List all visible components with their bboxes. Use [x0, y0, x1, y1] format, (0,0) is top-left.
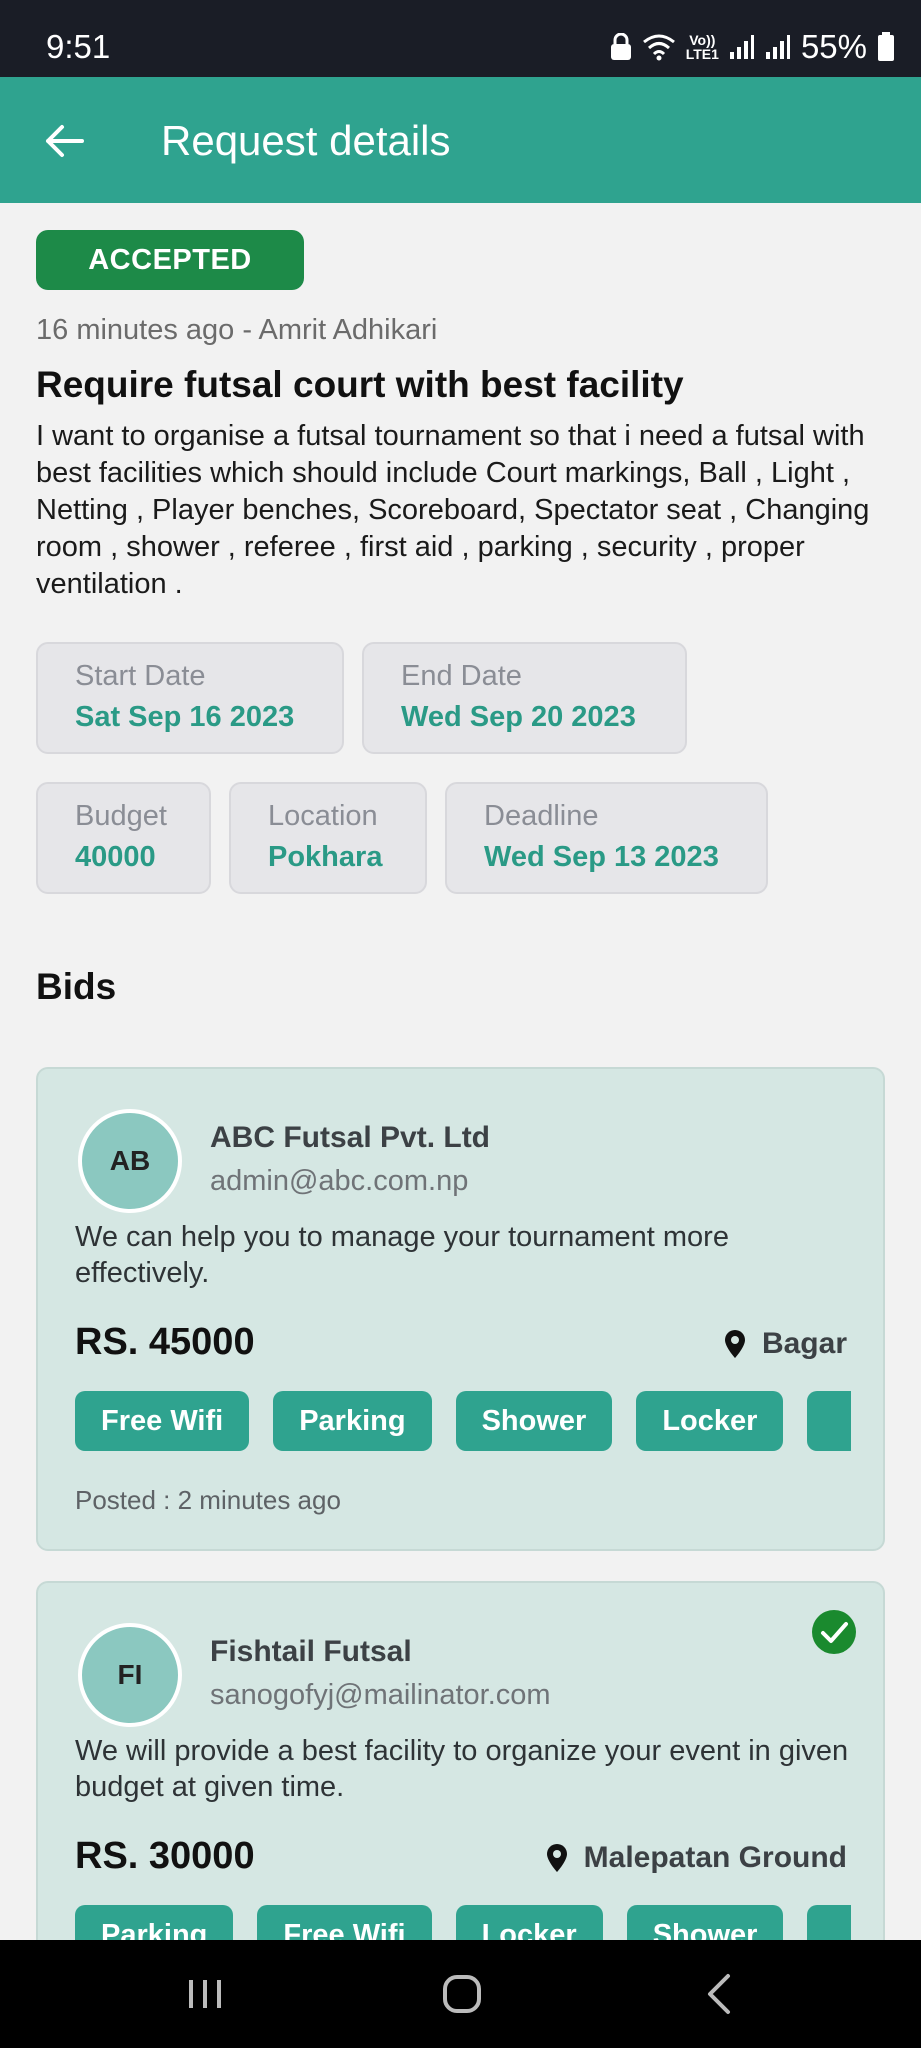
back-arrow-icon[interactable] — [40, 117, 88, 165]
deadline-label: Deadline — [484, 800, 599, 832]
battery-percent: 55% — [800, 28, 867, 65]
bid-price: RS. 45000 — [75, 1321, 255, 1363]
start-date-value: Sat Sep 16 2023 — [75, 701, 295, 733]
avatar: FI — [78, 1623, 182, 1727]
facility-chip: Shower — [455, 1391, 613, 1451]
bid-location: Bagar — [724, 1327, 847, 1361]
bid-card[interactable]: FI Fishtail Futsal sanogofyj@mailinator.… — [36, 1581, 885, 2001]
start-date-label: Start Date — [75, 660, 206, 692]
start-date-box: Start Date Sat Sep 16 2023 — [36, 642, 344, 754]
status-badge: ACCEPTED — [36, 230, 304, 290]
status-icons: Vo)) LTE1 55% — [610, 28, 895, 66]
location-box: Location Pokhara — [229, 782, 427, 894]
recents-icon[interactable] — [175, 1970, 235, 2018]
bid-location-text: Bagar — [761, 1327, 847, 1360]
bidder-email: admin@abc.com.np — [210, 1165, 469, 1197]
battery-icon — [878, 32, 894, 61]
bid-message: We can help you to manage your tournamen… — [75, 1221, 729, 1289]
status-bar: 9:51 Vo)) LTE1 55% — [0, 0, 921, 77]
request-description: I want to organise a futsal tournament s… — [36, 420, 870, 600]
avatar: AB — [78, 1109, 182, 1213]
home-icon[interactable] — [432, 1970, 492, 2018]
wifi-icon — [642, 34, 675, 61]
app-bar: Request details — [0, 77, 921, 203]
bid-price: RS. 30000 — [75, 1835, 255, 1877]
map-pin-icon — [724, 1330, 745, 1358]
facility-chip-overflow — [807, 1391, 851, 1451]
status-time: 9:51 — [46, 28, 111, 65]
facility-chip: Parking — [273, 1391, 432, 1451]
lock-icon — [610, 33, 631, 60]
budget-label: Budget — [75, 800, 167, 832]
end-date-value: Wed Sep 20 2023 — [401, 701, 636, 733]
signal-icon-2 — [765, 35, 790, 59]
end-date-label: End Date — [401, 660, 522, 692]
end-date-box: End Date Wed Sep 20 2023 — [362, 642, 687, 754]
chevron-left-icon[interactable] — [690, 1970, 750, 2018]
posted-time: Posted : 2 minutes ago — [75, 1485, 341, 1515]
facility-chip: Free Wifi — [75, 1391, 250, 1451]
location-label: Location — [268, 800, 378, 832]
deadline-value: Wed Sep 13 2023 — [484, 841, 719, 873]
signal-icon — [729, 35, 754, 59]
bidder-email: sanogofyj@mailinator.com — [210, 1679, 551, 1711]
network-type: Vo)) LTE1 — [685, 32, 719, 62]
bid-location: Malepatan Ground — [546, 1841, 847, 1875]
navigation-bar — [0, 1940, 921, 2048]
bid-location-text: Malepatan Ground — [583, 1841, 847, 1874]
check-circle-icon — [812, 1610, 856, 1654]
deadline-box: Deadline Wed Sep 13 2023 — [445, 782, 768, 894]
facility-chips: Free Wifi Parking Shower Locker — [75, 1391, 851, 1453]
page-title: Request details — [161, 117, 451, 164]
location-value: Pokhara — [268, 841, 383, 873]
budget-box: Budget 40000 — [36, 782, 211, 894]
facility-chip: Locker — [636, 1391, 784, 1451]
map-pin-icon — [546, 1844, 567, 1872]
bidder-name: Fishtail Futsal — [210, 1635, 412, 1668]
bid-card[interactable]: AB ABC Futsal Pvt. Ltd admin@abc.com.np … — [36, 1067, 885, 1551]
request-title: Require futsal court with best facility — [36, 364, 684, 405]
bids-heading: Bids — [36, 966, 117, 1007]
bidder-name: ABC Futsal Pvt. Ltd — [210, 1121, 491, 1154]
bid-message: We will provide a best facility to organ… — [75, 1735, 849, 1803]
budget-value: 40000 — [75, 841, 156, 873]
request-meta: 16 minutes ago - Amrit Adhikari — [36, 314, 438, 346]
